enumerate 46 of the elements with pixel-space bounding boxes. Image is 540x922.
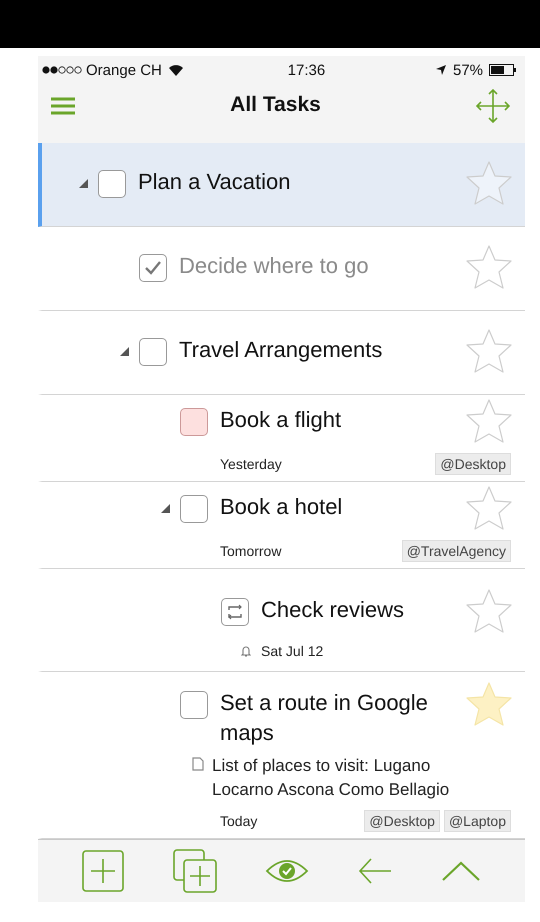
battery-percent: 57% bbox=[452, 62, 484, 78]
task-title: Plan a Vacation bbox=[138, 168, 292, 196]
task-checkbox[interactable] bbox=[180, 495, 208, 523]
repeat-icon bbox=[226, 603, 244, 621]
move-icon[interactable] bbox=[475, 88, 511, 124]
check-mark-icon bbox=[144, 260, 162, 276]
task-title: Check reviews bbox=[261, 596, 406, 624]
due-date: Tomorrow bbox=[220, 543, 282, 559]
eye-check-icon[interactable] bbox=[265, 857, 310, 885]
task-row[interactable]: Plan a Vacation bbox=[38, 143, 525, 227]
task-checkbox[interactable] bbox=[98, 170, 126, 198]
task-checkbox[interactable] bbox=[180, 408, 208, 436]
context-tag[interactable]: @Laptop bbox=[444, 810, 511, 832]
task-checkbox[interactable] bbox=[139, 254, 167, 282]
location-arrow-icon bbox=[434, 64, 447, 76]
context-tag[interactable]: @TravelAgency bbox=[402, 540, 511, 562]
wifi-icon bbox=[168, 64, 184, 76]
disclosure-triangle-icon[interactable] bbox=[118, 346, 130, 356]
context-tag[interactable]: @Desktop bbox=[435, 453, 511, 475]
task-title: Book a flight bbox=[220, 406, 342, 434]
chevron-up-icon[interactable] bbox=[440, 860, 481, 882]
signal-icon bbox=[42, 66, 82, 74]
add-icon[interactable] bbox=[82, 850, 124, 892]
clock-time: 17:36 bbox=[288, 62, 326, 78]
back-arrow-icon[interactable] bbox=[358, 857, 392, 885]
battery-icon bbox=[489, 64, 518, 76]
disclosure-triangle-icon[interactable] bbox=[78, 178, 88, 188]
task-checkbox[interactable] bbox=[139, 338, 167, 366]
context-tag[interactable]: @Desktop bbox=[364, 810, 440, 832]
task-note: List of places to visit: Lugano Locarno Ascona Como Bellagio bbox=[212, 755, 450, 801]
add-child-icon[interactable] bbox=[172, 849, 217, 893]
task-checkbox[interactable] bbox=[180, 691, 208, 719]
note-icon bbox=[192, 757, 204, 771]
screen-title: All Tasks bbox=[230, 93, 321, 117]
task-title: Decide where to go bbox=[179, 252, 370, 280]
due-date: Yesterday bbox=[220, 456, 282, 472]
task-title: Travel Arrangements bbox=[179, 336, 384, 364]
due-date: Today bbox=[220, 813, 258, 829]
task-title: Book a hotel bbox=[220, 493, 344, 521]
task-checkbox[interactable] bbox=[221, 598, 249, 626]
task-title: Set a route in Google maps bbox=[220, 689, 429, 747]
disclosure-triangle-icon[interactable] bbox=[160, 503, 170, 514]
carrier-name: Orange CH bbox=[86, 62, 162, 78]
menu-icon[interactable] bbox=[50, 96, 76, 116]
reminder-date: Sat Jul 12 bbox=[261, 643, 324, 659]
bell-icon bbox=[241, 645, 251, 657]
